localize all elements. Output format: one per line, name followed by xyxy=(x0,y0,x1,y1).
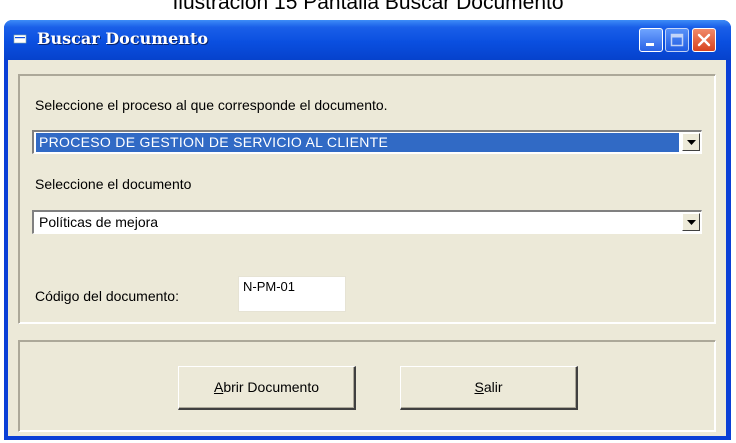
document-dropdown-value: Políticas de mejora xyxy=(39,214,159,230)
exit-button[interactable]: Salir xyxy=(400,366,578,410)
document-label: Seleccione el documento xyxy=(35,176,192,192)
dialog-window: Buscar Documento Seleccione el proceso a… xyxy=(4,20,731,440)
minimize-icon xyxy=(646,43,654,46)
close-icon xyxy=(697,33,711,47)
window-title: Buscar Documento xyxy=(37,29,208,48)
document-dropdown-button[interactable] xyxy=(682,213,700,231)
chevron-down-icon xyxy=(687,140,696,145)
close-button[interactable] xyxy=(692,28,716,52)
exit-label: alir xyxy=(483,379,503,395)
chevron-down-icon xyxy=(687,220,696,225)
exit-accel: S xyxy=(474,379,484,395)
actions-group xyxy=(18,340,716,432)
code-field: N-PM-01 xyxy=(238,276,346,312)
process-dropdown-value: PROCESO DE GESTION DE SERVICIO AL CLIENT… xyxy=(36,133,679,152)
document-dropdown[interactable]: Políticas de mejora xyxy=(32,210,702,234)
minimize-button[interactable] xyxy=(639,28,663,52)
open-document-accel: A xyxy=(213,379,224,395)
maximize-button xyxy=(665,28,689,52)
open-document-button[interactable]: Abrir Documento xyxy=(178,366,356,410)
maximize-icon xyxy=(670,33,684,47)
title-bar[interactable]: Buscar Documento xyxy=(4,20,731,60)
process-label: Seleccione el proceso al que corresponde… xyxy=(35,97,388,113)
figure-caption: Ilustración 15 Pantalla Buscar Documento xyxy=(172,0,564,14)
dialog-client-area: Seleccione el proceso al que corresponde… xyxy=(8,60,726,436)
process-dropdown[interactable]: PROCESO DE GESTION DE SERVICIO AL CLIENT… xyxy=(32,130,702,154)
code-label: Código del documento: xyxy=(35,288,179,304)
open-document-label: brir Documento xyxy=(223,379,320,395)
process-dropdown-button[interactable] xyxy=(682,133,700,151)
code-value: N-PM-01 xyxy=(243,279,296,294)
window-app-icon xyxy=(13,34,27,44)
